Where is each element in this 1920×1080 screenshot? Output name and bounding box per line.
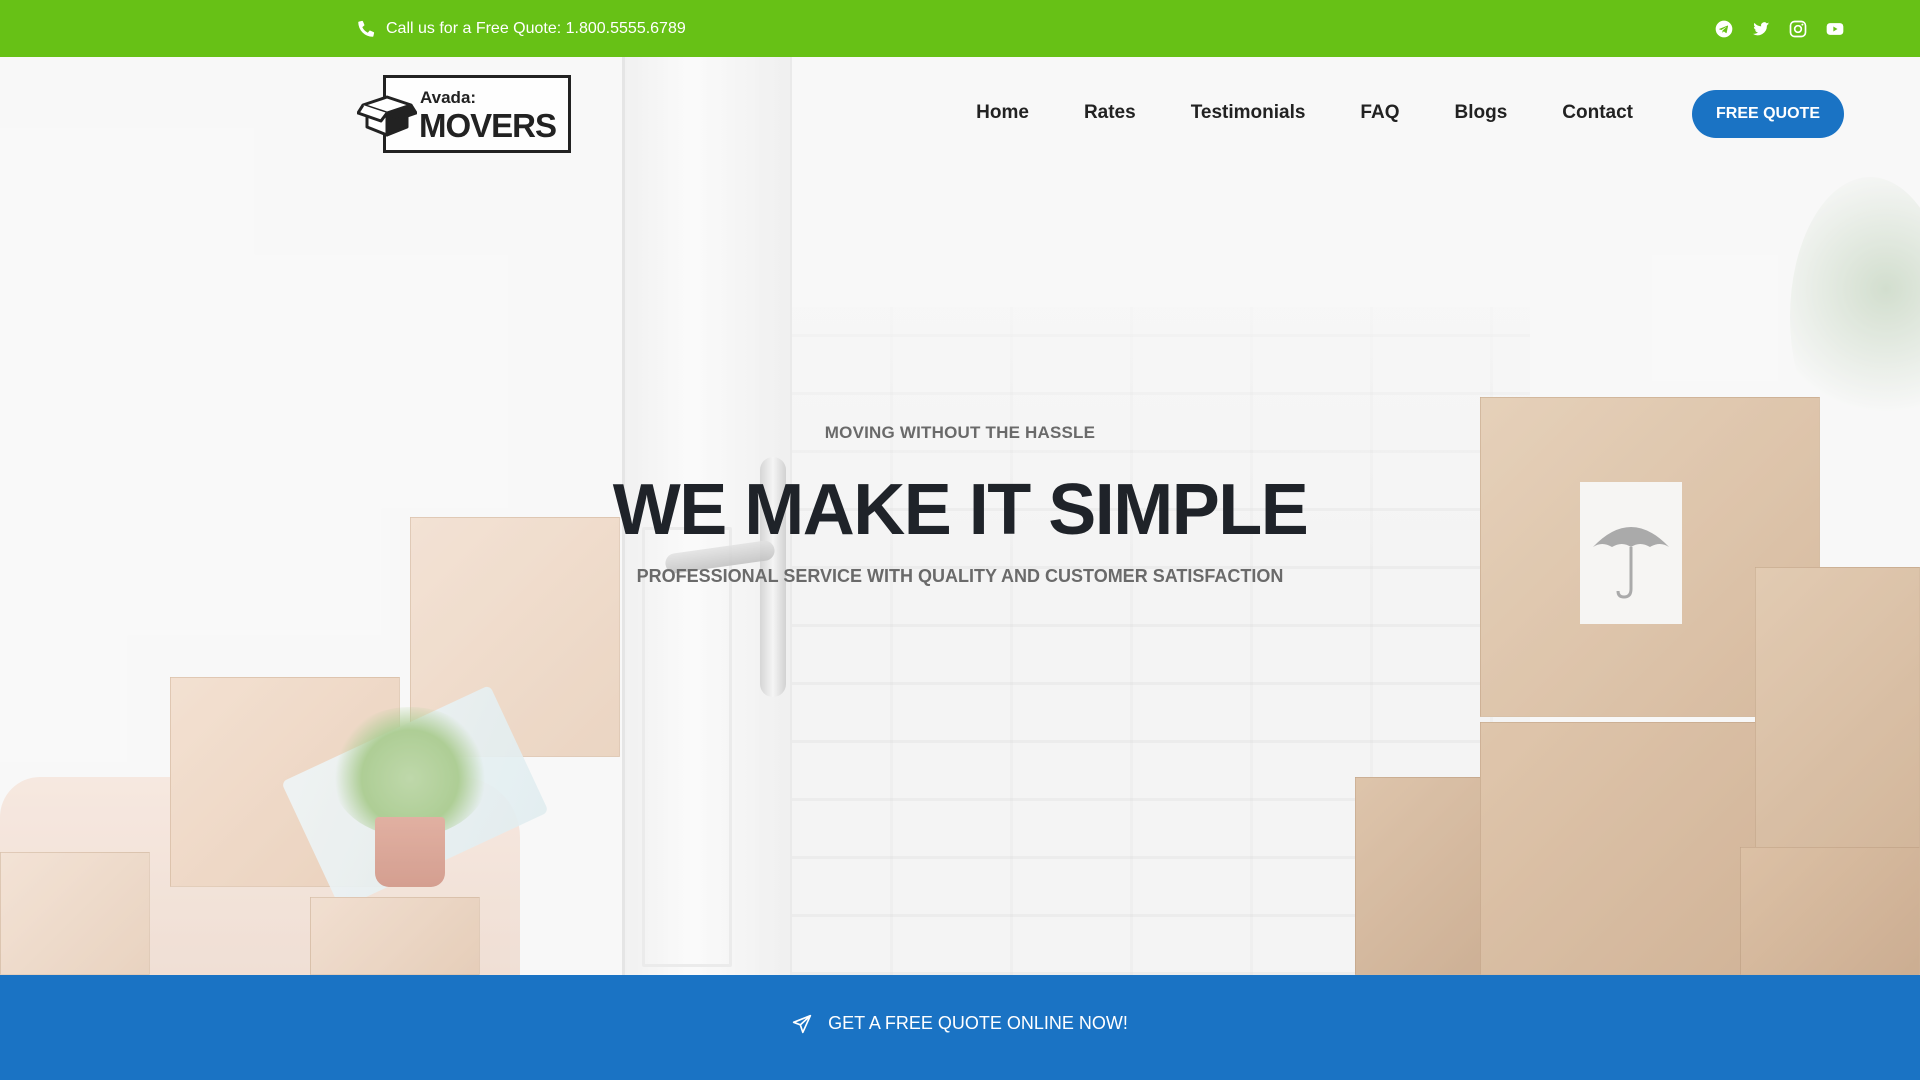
youtube-icon[interactable] bbox=[1825, 19, 1845, 39]
logo[interactable]: Avada: MOVERS bbox=[357, 75, 571, 153]
nav-blogs[interactable]: Blogs bbox=[1454, 102, 1507, 124]
hero-kicker: MOVING WITHOUT THE HASSLE bbox=[824, 423, 1096, 442]
nav-testimonials[interactable]: Testimonials bbox=[1191, 102, 1306, 124]
quote-online-link[interactable]: GET A FREE QUOTE ONLINE NOW! bbox=[0, 1013, 1920, 1034]
main-nav: Home Rates Testimonials FAQ Blogs Contac… bbox=[976, 57, 1633, 169]
quote-online-label: GET A FREE QUOTE ONLINE NOW! bbox=[828, 1013, 1128, 1033]
hero-subheadline: PROFESSIONAL SERVICE WITH QUALITY AND CU… bbox=[636, 566, 1284, 586]
twitter-icon[interactable] bbox=[1751, 19, 1771, 39]
logo-subtitle: Avada: bbox=[420, 88, 477, 107]
instagram-icon[interactable] bbox=[1788, 19, 1808, 39]
phone-icon bbox=[358, 20, 375, 37]
hero-headline: WE MAKE IT SIMPLE bbox=[612, 470, 1309, 550]
paper-plane-icon bbox=[792, 1014, 812, 1033]
phone-link[interactable]: Call us for a Free Quote: 1.800.5555.678… bbox=[357, 0, 686, 57]
box-icon bbox=[357, 95, 417, 137]
quote-band: GET A FREE QUOTE ONLINE NOW! bbox=[0, 975, 1920, 1080]
top-bar: Call us for a Free Quote: 1.800.5555.678… bbox=[0, 0, 1920, 57]
nav-contact[interactable]: Contact bbox=[1562, 102, 1633, 124]
nav-home[interactable]: Home bbox=[976, 102, 1029, 124]
logo-title: MOVERS bbox=[419, 107, 557, 144]
free-quote-button[interactable]: FREE QUOTE bbox=[1692, 90, 1844, 138]
social-links bbox=[1714, 0, 1845, 57]
phone-text: Call us for a Free Quote: 1.800.5555.678… bbox=[386, 19, 686, 37]
nav-rates[interactable]: Rates bbox=[1084, 102, 1136, 124]
telegram-icon[interactable] bbox=[1714, 19, 1734, 39]
site-header: Avada: MOVERS Home Rates Testimonials FA… bbox=[0, 57, 1920, 169]
nav-faq[interactable]: FAQ bbox=[1360, 102, 1399, 124]
